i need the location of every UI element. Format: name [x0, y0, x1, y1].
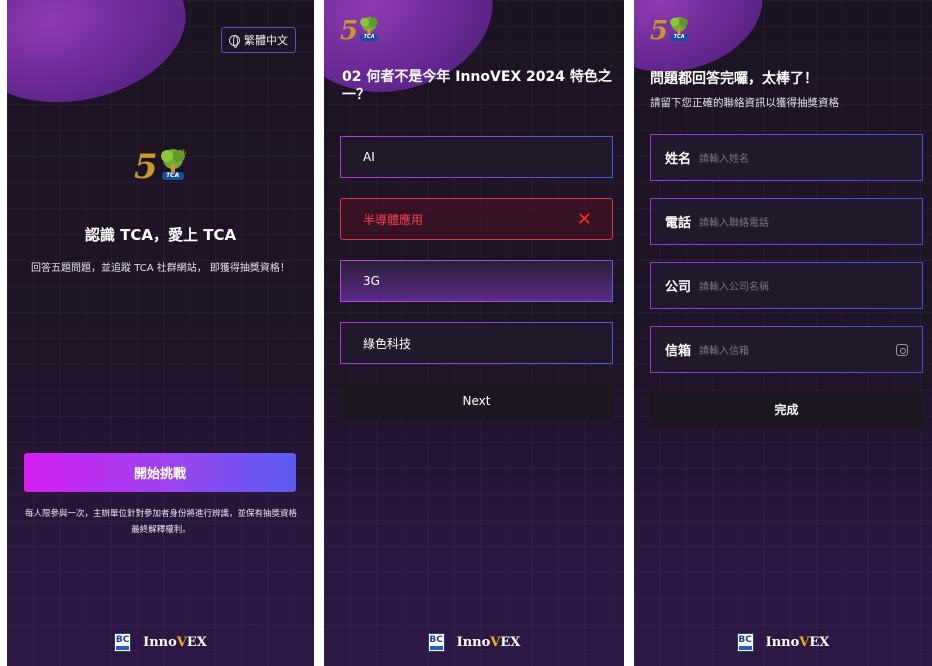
option-3g[interactable]: 3G [340, 260, 613, 302]
field-placeholder: 請輸入姓名 [699, 154, 750, 165]
bc-text: BC [738, 635, 752, 645]
question-title: 02 何者不是今年 InnoVEX 2024 特色之一？ [342, 69, 612, 103]
innovex-post: EX [500, 635, 521, 650]
innovex-logo: InnoVEX [766, 635, 830, 650]
question-screen: 5 TCA 02 何者不是今年 InnoVEX 2024 特色之一？ AI 半導… [324, 0, 624, 666]
name-field[interactable]: 姓名 請輸入姓名 [650, 134, 923, 181]
logo-number: 5 [340, 16, 359, 46]
innovex-v: V [176, 635, 187, 650]
company-field[interactable]: 公司 請輸入公司名稱 [650, 262, 923, 309]
innovex-pre: Inno [143, 635, 177, 650]
innovex-post: EX [186, 635, 207, 650]
globe-icon [229, 34, 240, 48]
innovex-post: EX [809, 635, 830, 650]
phone-field[interactable]: 電話 請輸入聯絡電話 [650, 198, 923, 245]
logo-number: 5 [134, 147, 158, 187]
innovex-v: V [490, 635, 501, 650]
field-label: 姓名 [665, 152, 692, 167]
page-title: 認識 TCA，愛上 TCA [84, 226, 237, 244]
footer-logos: BC InnoVEX [7, 633, 314, 652]
field-label: 電話 [665, 216, 692, 231]
next-button[interactable]: Next [340, 383, 613, 419]
footer-logos: BC InnoVEX [634, 633, 932, 652]
close-icon: ✕ [576, 209, 592, 230]
option-green-tech[interactable]: 綠色科技 [340, 322, 613, 364]
language-button[interactable]: 繁體中文 [221, 27, 296, 53]
option-label: 半導體應用 [363, 212, 424, 227]
bc-logo: BC [427, 633, 445, 652]
decorative-blob [7, 0, 200, 122]
field-placeholder: 請輸入公司名稱 [699, 282, 770, 293]
tca-50th-logo: 5 TCA [650, 16, 690, 44]
tca-50th-logo: 5 th TCA [134, 148, 188, 184]
tree-icon: TCA [358, 16, 380, 44]
option-label: 綠色科技 [363, 336, 412, 351]
tree-icon: th TCA [158, 148, 188, 184]
innovex-pre: Inno [765, 635, 800, 650]
submit-button[interactable]: 完成 [650, 391, 923, 427]
tca-badge: TCA [161, 172, 184, 180]
field-label: 信箱 [665, 344, 692, 359]
bc-text: BC [115, 635, 130, 645]
footer-logos: BC InnoVEX [324, 633, 624, 652]
intro-screen: 繁體中文 5 th TCA 認識 TCA，愛上 TCA 回答五題問題，並追蹤 T… [7, 0, 314, 666]
bc-logo: BC [114, 633, 132, 652]
logo-th: th [180, 149, 186, 156]
bc-logo: BC [736, 633, 754, 652]
page-title: 問題都回答完囉，太棒了！ [650, 71, 818, 87]
language-label: 繁體中文 [244, 34, 288, 47]
option-semiconductor[interactable]: 半導體應用 ✕ [340, 198, 613, 240]
tca-badge: TCA [670, 34, 689, 41]
innovex-pre: Inno [456, 635, 491, 650]
scan-icon[interactable] [896, 344, 908, 356]
innovex-v: V [799, 635, 810, 650]
email-field[interactable]: 信箱 請輸入信箱 [650, 326, 923, 373]
bc-text: BC [429, 635, 443, 645]
page-subtitle: 回答五題問題，並追蹤 TCA 社群網站， 即獲得抽獎資格！ [31, 263, 290, 274]
innovex-logo: InnoVEX [143, 635, 207, 650]
innovex-logo: InnoVEX [457, 635, 521, 650]
field-placeholder: 請輸入聯絡電話 [699, 218, 770, 229]
contact-form-screen: 5 TCA 問題都回答完囉，太棒了！ 請留下您正確的聯絡資訊以獲得抽獎資格 姓名… [634, 0, 932, 666]
tca-50th-logo: 5 TCA [340, 16, 380, 44]
option-label: AI [363, 150, 375, 164]
field-label: 公司 [665, 280, 692, 295]
tree-icon: TCA [668, 16, 690, 44]
logo-number: 5 [650, 16, 669, 46]
page-subtitle: 請留下您正確的聯絡資訊以獲得抽獎資格 [650, 97, 839, 109]
option-label: 3G [363, 274, 380, 288]
tca-badge: TCA [360, 34, 379, 41]
field-placeholder: 請輸入信箱 [699, 346, 750, 357]
option-ai[interactable]: AI [340, 136, 613, 178]
disclaimer-note: 每人限參與一次，主辦單位針對參加者身份將進行辨識，並保有抽獎資格最終解釋權利。 [24, 509, 297, 535]
start-challenge-button[interactable]: 開始挑戰 [24, 453, 296, 492]
